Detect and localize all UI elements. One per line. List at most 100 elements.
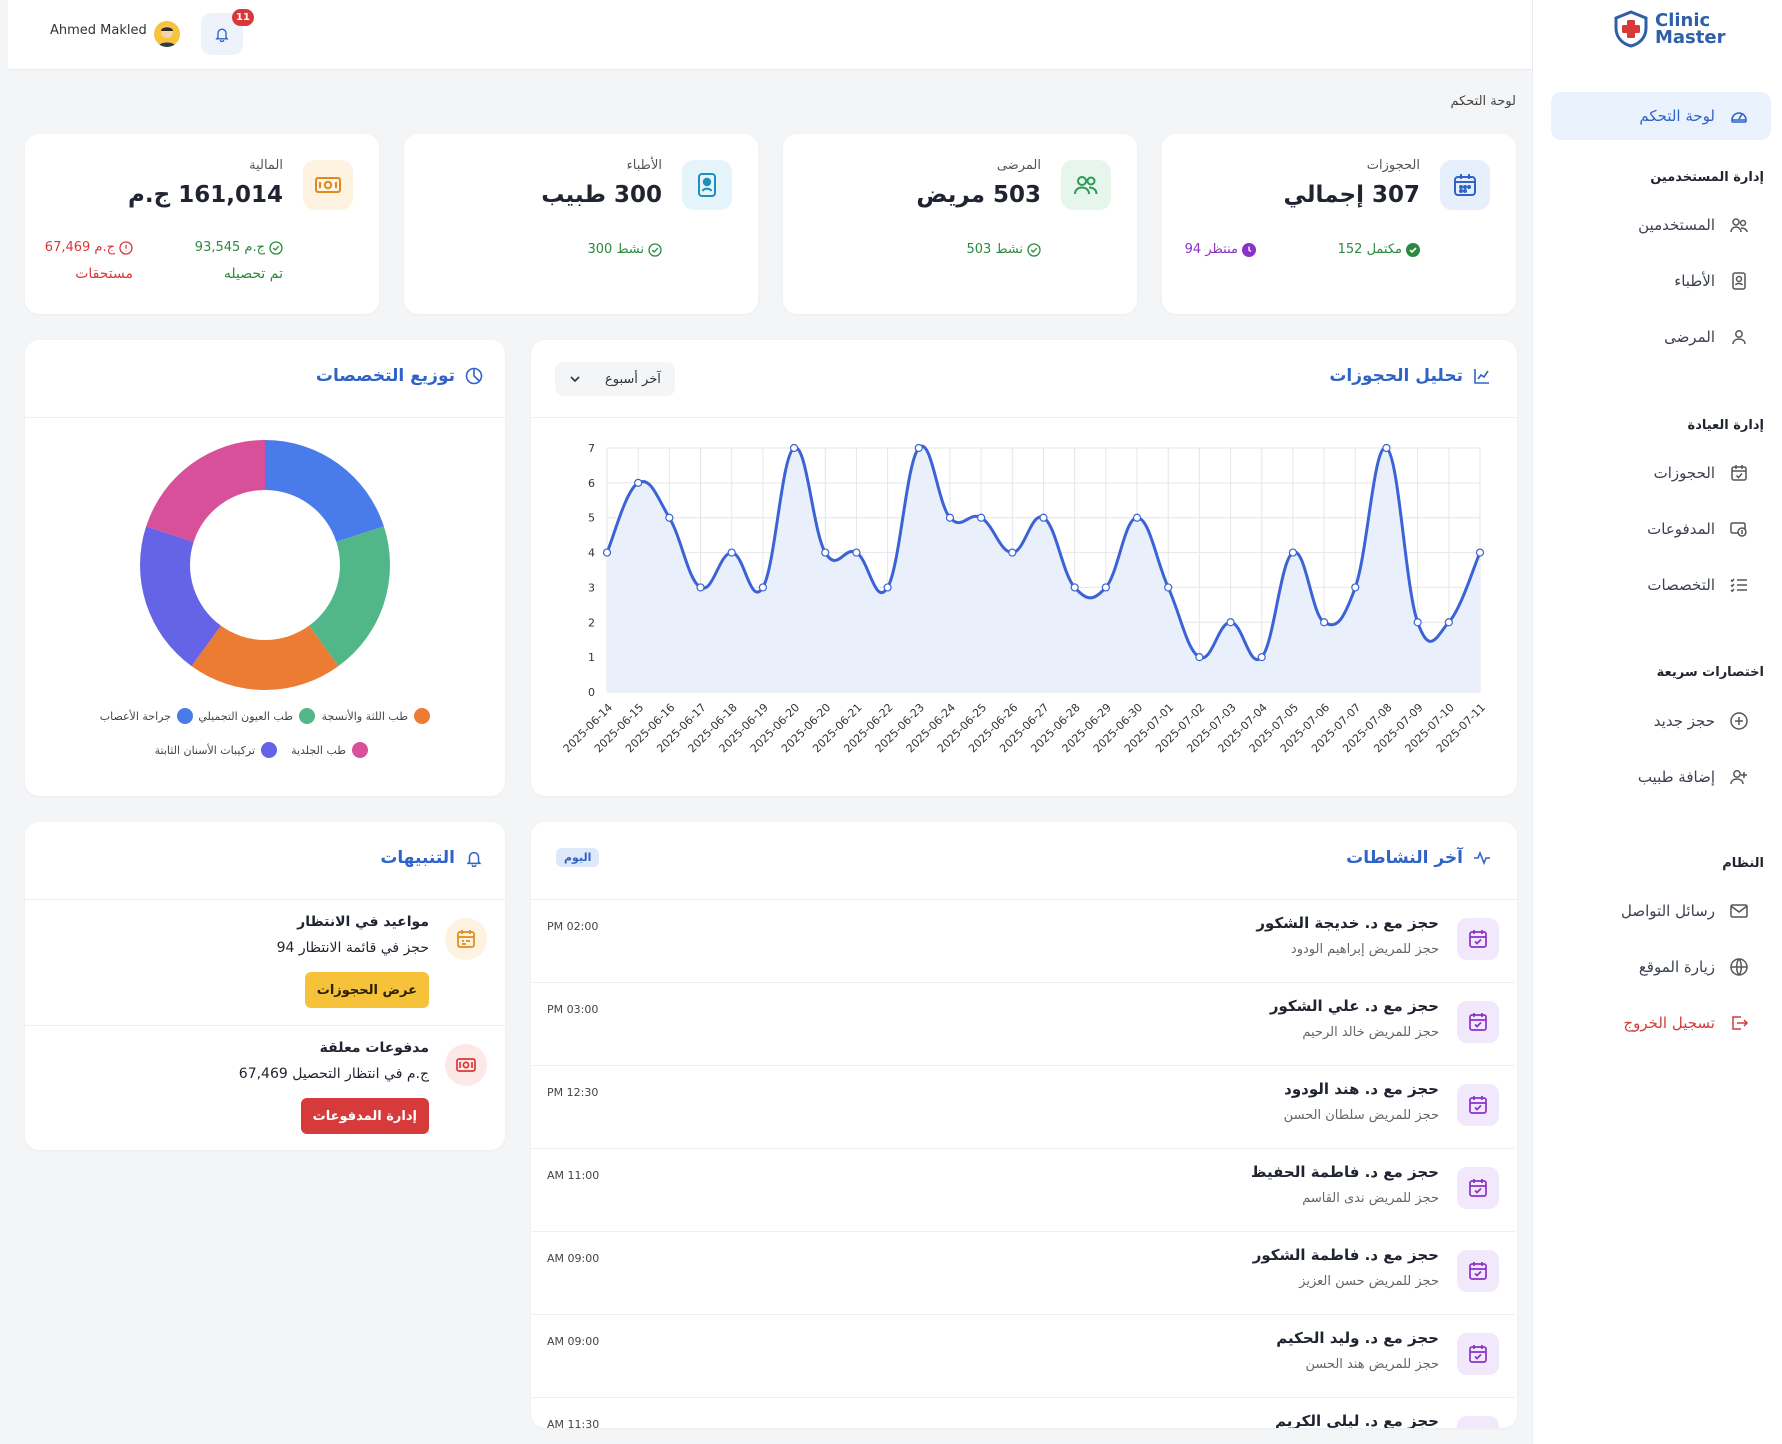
activity-row[interactable]: حجز مع د. ليلى الكريم AM 11:30 [531,1398,1515,1428]
activity-title: حجز مع د. وليد الحكيم [1276,1329,1439,1347]
data-point [852,548,861,557]
calendar-icon [1440,160,1490,210]
manage-payments-button[interactable]: إدارة المدفوعات [300,1098,429,1134]
stat-card-patients: المرضى 503 مريض 503 نشط [783,134,1137,314]
range-select[interactable]: آخر أسبوع [555,362,675,396]
sidebar-item-label: زيارة الموقع [1638,958,1715,976]
legend-item[interactable]: تركيبات الأسنان الثابتة [155,742,277,758]
sidebar-section-system: النظام [1722,856,1764,871]
sidebar-item-users[interactable]: المستخدمين [1551,201,1771,249]
legend-item[interactable]: طب اللثة والأنسجة [322,708,430,724]
brand-name-line2: Master [1655,27,1726,48]
stat-label: الحجوزات [1366,158,1420,173]
activity-row[interactable]: حجز مع د. هند الودود حجز للمريض سلطان الح… [531,1066,1515,1149]
activity-time: PM 03:00 [547,1003,599,1016]
stat-value: 307 إجمالي [1283,182,1420,208]
activity-time: AM 09:00 [547,1252,600,1265]
activity-title: حجز مع د. علي الشكور [1269,997,1439,1015]
calendar-check-icon [1731,465,1747,481]
activities-title: آخر النشاطات [1346,848,1463,868]
y-tick-label: 7 [588,442,595,455]
activity-row[interactable]: حجز مع د. وليد الحكيم حجز للمريض هند الحس… [531,1315,1515,1398]
legend-item[interactable]: طب العيون التجميلي [198,708,315,724]
legend-swatch [261,742,277,758]
panel-header: تحليل الحجوزات آخر أسبوع [531,340,1517,418]
due-amount-text: 67,469 ج.م [44,240,115,255]
legend-label: تركيبات الأسنان الثابتة [154,743,255,757]
active-stat: 300 نشط [587,242,662,257]
data-point [665,513,674,522]
activity-time: AM 11:30 [547,1418,600,1428]
calendar-check-icon [1457,1250,1499,1292]
specialty-chart-title: توزيع التخصصات [315,366,455,386]
panel-title: التنبيهات [380,848,483,868]
sidebar-item-label: الحجوزات [1653,464,1715,482]
user-name[interactable]: Ahmed Makled [50,23,147,38]
data-point [696,583,705,592]
due-amount: 67,469 ج.م [45,240,133,255]
data-point [945,513,955,522]
donut-slice[interactable] [146,440,265,542]
breadcrumb: لوحة التحكم [1450,94,1516,109]
brand-logo[interactable]: Clinic Master [1613,10,1725,48]
data-point [634,478,643,487]
collected-amount: 93,545 ج.م [195,240,283,255]
activity-row[interactable]: حجز مع د. فاطمة الحفيظ حجز للمريض ندى الق… [531,1149,1515,1232]
activity-subtitle: حجز للمريض هند الحسن [1305,1357,1439,1372]
data-point [602,548,612,557]
completed-stat: 152 مكتمل [1338,242,1420,257]
legend-item[interactable]: طب الجلدية [291,742,368,758]
alerts-title: التنبيهات [380,848,455,868]
activity-row[interactable]: حجز مع د. خديجة الشكور حجز للمريض إبراهيم… [531,900,1515,983]
activity-time: PM 02:00 [547,920,599,933]
sidebar-item-bookings[interactable]: الحجوزات [1551,449,1771,497]
calendar-check-icon [1457,1001,1499,1043]
sidebar-item-doctors[interactable]: الأطباء [1551,257,1771,305]
envelope-icon [1730,904,1748,918]
data-point [1413,618,1422,627]
sidebar-item-label: المرضى [1664,328,1715,346]
avatar[interactable] [154,21,180,47]
booking-line-chart: 012345672025-06-142025-06-152025-06-1620… [561,442,1488,755]
view-bookings-button[interactable]: عرض الحجوزات [304,972,429,1008]
donut-slice[interactable] [265,440,384,542]
sidebar-item-label: التخصصات [1647,576,1715,594]
stat-value: 161,014 ج.م [128,182,283,208]
chart-line-icon [1474,369,1489,384]
sidebar-item-payments[interactable]: المدفوعات [1551,505,1771,553]
sidebar-item-visit-site[interactable]: زيارة الموقع [1551,943,1771,991]
completed-count: 152 مكتمل [1337,242,1402,257]
check-circle-icon [1406,242,1420,257]
sidebar-item-logout[interactable]: تسجيل الخروج [1551,999,1771,1047]
activity-row[interactable]: حجز مع د. فاطمة الشكور حجز للمريض حسن الع… [531,1232,1515,1315]
id-badge-icon [682,160,732,210]
sidebar-item-specialties[interactable]: التخصصات [1551,561,1771,609]
activity-title: حجز مع د. فاطمة الشكور [1252,1246,1439,1264]
panel-title: تحليل الحجوزات [1329,366,1491,386]
stat-card-doctors: الأطباء 300 طبيب 300 نشط [404,134,758,314]
pending-count: 94 منتظر [1184,242,1238,257]
activity-title: حجز مع د. هند الودود [1284,1080,1439,1098]
activity-row[interactable]: حجز مع د. علي الشكور حجز للمريض خالد الرح… [531,983,1515,1066]
active-stat: 503 نشط [966,242,1041,257]
stat-value: 300 طبيب [541,182,662,208]
range-select-value: آخر أسبوع [605,371,661,387]
data-point [727,548,736,557]
sidebar-item-dashboard[interactable]: لوحة التحكم [1551,92,1771,140]
stat-card-bookings: الحجوزات 307 إجمالي 152 مكتمل 94 منتظر [1162,134,1516,314]
shield-cross-icon [1614,10,1648,48]
sidebar-item-new-booking[interactable]: حجز جديد [1551,697,1771,745]
money-icon [303,160,353,210]
activity-time: AM 09:00 [547,1335,600,1348]
sidebar-item-patients[interactable]: المرضى [1551,313,1771,361]
check-circle-outline-icon [269,240,283,255]
legend-swatch [352,742,368,758]
specialty-donut-chart [140,440,390,690]
sidebar-item-add-doctor[interactable]: إضافة طبيب [1551,753,1771,801]
data-point [977,513,986,522]
sidebar-item-messages[interactable]: رسائل التواصل [1551,887,1771,935]
legend-label: طب العيون التجميلي [198,709,293,723]
y-tick-label: 2 [588,616,595,629]
legend-item[interactable]: جراحة الأعصاب [100,708,193,724]
booking-analysis-panel: تحليل الحجوزات آخر أسبوع 0 1 2 3 4 5 6 7 2025-06… [531,340,1517,796]
